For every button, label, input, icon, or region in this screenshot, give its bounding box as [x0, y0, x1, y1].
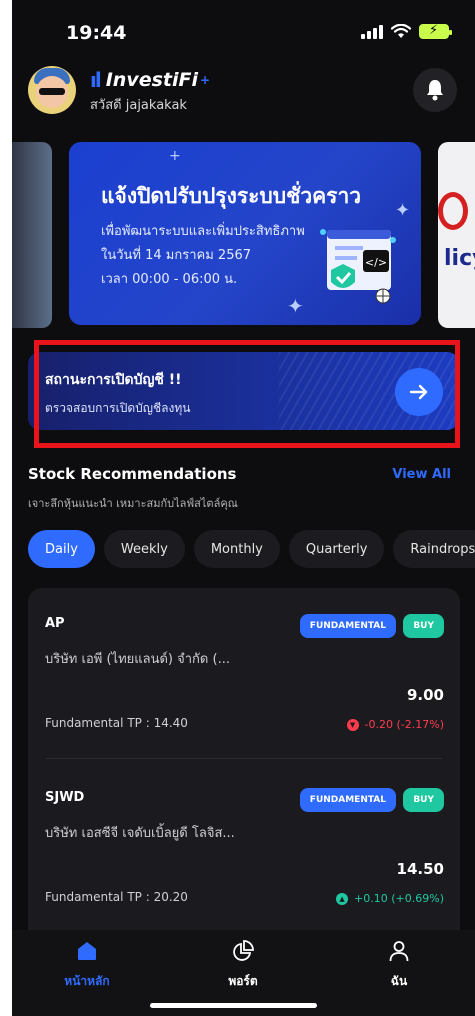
banner-line-1: เพื่อพัฒนาระบบและเพิ่มประสิทธิภาพ — [101, 224, 305, 239]
stock-price: 9.00 — [406, 686, 444, 704]
banner-title: แจ้งปิดปรับปรุงระบบชั่วคราว — [101, 184, 362, 208]
price-change: ▲ +0.10 (+0.69%) — [336, 892, 444, 905]
company-name: บริษัท เอพี (ไทยแลนด์) จำกัด (... — [45, 652, 230, 667]
tp-value: 20.20 — [153, 890, 188, 904]
fundamental-badge: FUNDAMENTAL — [299, 788, 396, 812]
plus-icon: + — [199, 73, 211, 87]
brand-name: InvestiFi — [105, 69, 198, 91]
bell-icon — [427, 80, 443, 101]
status-icons: ⚡ — [361, 23, 452, 39]
highlight-frame — [34, 340, 460, 448]
tab-daily[interactable]: Daily — [28, 530, 95, 568]
home-icon — [78, 942, 96, 960]
code-tag-text: </> — [365, 256, 387, 269]
target-price: Fundamental TP : 14.40 — [45, 716, 188, 730]
fundamental-badge: FUNDAMENTAL — [299, 614, 396, 638]
target-price: Fundamental TP : 20.20 — [45, 890, 188, 904]
status-bar: 19:44 ⚡ — [12, 22, 475, 48]
sparkle-icon: ✦ — [395, 200, 411, 221]
signal-icon — [361, 24, 383, 39]
stock-list: AP FUNDAMENTAL BUY บริษัท เอพี (ไทยแลนด์… — [28, 588, 460, 948]
section-subtitle: เจาะลึกหุ้นแนะนำ เหมาะสมกับไลฟ์สไตล์คุณ — [28, 497, 238, 510]
tab-monthly[interactable]: Monthly — [193, 530, 280, 568]
avatar[interactable] — [28, 66, 76, 114]
stock-price: 14.50 — [396, 860, 444, 878]
greeting-text: สวัสดี jajakakak — [90, 98, 187, 113]
next-card-text: licy — [444, 246, 475, 271]
banner-line-3: เวลา 00:00 - 06:00 น. — [101, 272, 238, 287]
previous-banner-card[interactable] — [12, 142, 52, 328]
app-header: ıl InvestiFi + สวัสดี jajakakak — [28, 66, 459, 116]
wifi-icon — [391, 24, 411, 38]
buy-badge: BUY — [403, 788, 444, 812]
brand-mark-icon: ıl — [90, 68, 102, 92]
divider — [45, 758, 443, 759]
stock-row[interactable]: SJWD FUNDAMENTAL BUY บริษัท เอสซีจี เจดั… — [28, 762, 460, 932]
period-tabs: Daily Weekly Monthly Quarterly Raindrops — [28, 530, 475, 568]
company-name: บริษัท เอสซีจี เจดับเบิ้ลยูดี โลจิส... — [45, 826, 235, 841]
maintenance-banner[interactable]: + ✦ ✦ แจ้งปิดปรับปรุงระบบชั่วคราว เพื่อพ… — [69, 142, 421, 325]
banner-carousel[interactable]: + ✦ ✦ แจ้งปิดปรับปรุงระบบชั่วคราว เพื่อพ… — [12, 142, 475, 328]
change-value: -0.20 (-2.17%) — [364, 718, 444, 731]
view-all-link[interactable]: View All — [392, 467, 451, 482]
tp-label: Fundamental TP : — [45, 716, 150, 730]
notification-button[interactable] — [413, 68, 457, 112]
nav-me[interactable]: ฉัน — [354, 940, 444, 991]
user-icon — [389, 941, 409, 962]
nav-home[interactable]: หน้าหลัก — [42, 940, 132, 991]
stock-row[interactable]: AP FUNDAMENTAL BUY บริษัท เอพี (ไทยแลนด์… — [28, 588, 460, 759]
nav-portfolio-label: พอร์ต — [228, 974, 258, 988]
battery-charging-icon: ⚡ — [419, 23, 452, 39]
nav-me-label: ฉัน — [390, 974, 408, 988]
tp-value: 14.40 — [153, 716, 188, 730]
stock-symbol: AP — [45, 616, 65, 631]
maintenance-illustration-icon: </> — [320, 229, 396, 304]
banner-line-2: ในวันที่ 14 มกราคม 2567 — [101, 248, 252, 263]
nav-home-label: หน้าหลัก — [64, 974, 110, 988]
home-indicator[interactable] — [150, 1003, 317, 1008]
section-title: Stock Recommendations — [28, 465, 237, 483]
next-card-logo-icon — [438, 192, 468, 230]
sparkle-icon: ✦ — [287, 294, 304, 318]
price-change: ▼ -0.20 (-2.17%) — [346, 718, 444, 731]
down-arrow-icon: ▼ — [346, 718, 359, 731]
stock-symbol: SJWD — [45, 790, 85, 805]
tab-quarterly[interactable]: Quarterly — [288, 530, 385, 568]
sparkle-icon: + — [169, 148, 181, 164]
tab-raindrops[interactable]: Raindrops — [393, 530, 475, 568]
app-screen: 19:44 ⚡ ıl InvestiFi + สวัสดี jajakakak — [12, 0, 475, 1016]
brand-logo: ıl InvestiFi + — [90, 68, 210, 92]
up-arrow-icon: ▲ — [336, 892, 349, 905]
next-banner-card[interactable]: licy — [438, 142, 475, 328]
nav-portfolio[interactable]: พอร์ต — [198, 940, 288, 991]
pie-chart-icon — [233, 940, 254, 961]
buy-badge: BUY — [403, 614, 444, 638]
tab-weekly[interactable]: Weekly — [103, 530, 185, 568]
status-time: 19:44 — [66, 22, 127, 44]
change-value: +0.10 (+0.69%) — [354, 892, 444, 905]
tp-label: Fundamental TP : — [45, 890, 150, 904]
